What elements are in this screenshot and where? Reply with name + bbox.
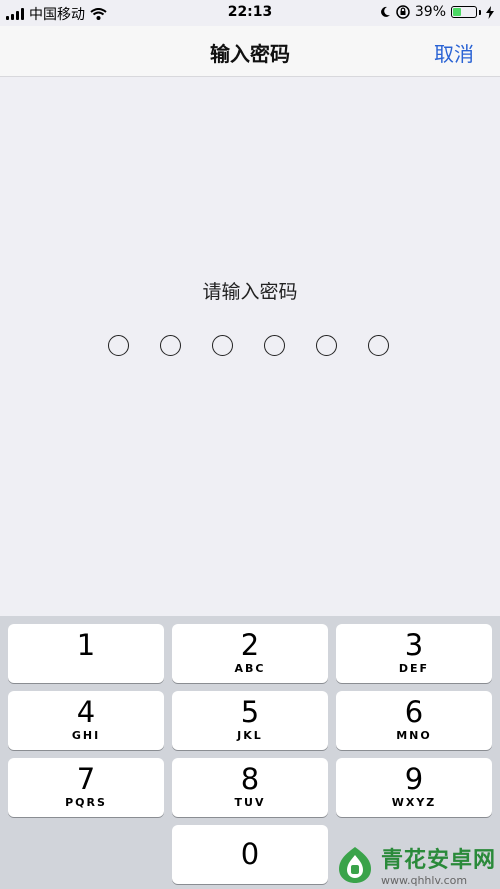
passcode-dot bbox=[264, 335, 285, 356]
orientation-lock-icon bbox=[396, 5, 410, 19]
moon-icon bbox=[380, 6, 390, 17]
key-3[interactable]: 3 DEF bbox=[336, 624, 492, 683]
key-digit: 9 bbox=[404, 762, 424, 796]
passcode-dot bbox=[160, 335, 181, 356]
watermark-text: 青花安卓网 www.qhhlv.com bbox=[381, 842, 496, 887]
battery-icon bbox=[451, 6, 477, 18]
cancel-button[interactable]: 取消 bbox=[434, 38, 474, 67]
battery-percent: 39% bbox=[414, 4, 446, 20]
key-1[interactable]: 1 bbox=[8, 624, 164, 683]
key-digit: 7 bbox=[76, 762, 96, 796]
watermark: 青花安卓网 www.qhhlv.com bbox=[333, 842, 496, 887]
watermark-logo bbox=[338, 846, 371, 883]
key-2[interactable]: 2 ABC bbox=[172, 624, 328, 683]
key-letters: TUV bbox=[234, 796, 266, 809]
status-right: 39% bbox=[379, 4, 494, 20]
key-letters: JKL bbox=[237, 729, 263, 742]
key-digit: 0 bbox=[240, 837, 260, 871]
key-letters: PQRS bbox=[65, 796, 107, 809]
key-letters: ABC bbox=[234, 662, 266, 675]
key-digit: 1 bbox=[76, 628, 96, 662]
watermark-name: 青花安卓网 bbox=[380, 848, 496, 873]
watermark-url: www.qhhlv.com bbox=[380, 874, 468, 887]
key-letters: WXYZ bbox=[391, 796, 437, 809]
key-5[interactable]: 5 JKL bbox=[172, 691, 328, 750]
key-0[interactable]: 0 bbox=[172, 825, 328, 884]
page-title: 输入密码 bbox=[210, 42, 290, 66]
passcode-dot bbox=[316, 335, 337, 356]
key-8[interactable]: 8 TUV bbox=[172, 758, 328, 817]
key-6[interactable]: 6 MNO bbox=[336, 691, 492, 750]
passcode-dots bbox=[108, 335, 389, 356]
key-digit: 8 bbox=[240, 762, 260, 796]
status-bar: 中国移动 22:13 39% bbox=[0, 0, 500, 26]
key-letters: MNO bbox=[396, 729, 432, 742]
passcode-dot bbox=[108, 335, 129, 356]
key-letters: GHI bbox=[71, 729, 101, 742]
key-digit: 5 bbox=[240, 695, 260, 729]
passcode-prompt: 请输入密码 bbox=[202, 281, 298, 303]
key-digit: 6 bbox=[404, 695, 424, 729]
key-digit: 3 bbox=[404, 628, 424, 662]
key-letters: DEF bbox=[398, 662, 430, 675]
key-digit: 4 bbox=[76, 695, 96, 729]
charging-icon bbox=[486, 5, 494, 19]
passcode-dot bbox=[212, 335, 233, 356]
key-9[interactable]: 9 WXYZ bbox=[336, 758, 492, 817]
battery-fill bbox=[453, 8, 461, 16]
key-7[interactable]: 7 PQRS bbox=[8, 758, 164, 817]
key-digit: 2 bbox=[240, 628, 260, 662]
battery-cap bbox=[479, 9, 481, 15]
passcode-dot bbox=[368, 335, 389, 356]
nav-bar: 输入密码 取消 bbox=[0, 26, 500, 77]
key-4[interactable]: 4 GHI bbox=[8, 691, 164, 750]
